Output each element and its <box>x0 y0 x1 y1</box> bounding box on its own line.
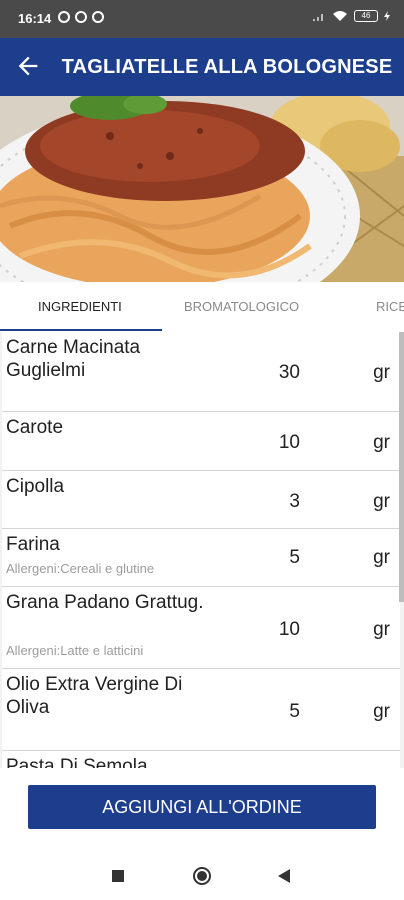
list-item[interactable]: Pasta Di Semola <box>2 751 400 768</box>
ingredient-unit: gr <box>373 432 390 453</box>
alarm-icon <box>58 11 70 23</box>
ingredient-name: Pasta Di Semola <box>6 756 148 768</box>
ingredient-name: Grana Padano Grattug. <box>6 592 204 613</box>
ingredient-unit: gr <box>373 362 390 383</box>
status-system-icons: 46 <box>312 10 390 22</box>
ingredient-allergen: Allergeni:Latte e latticini <box>6 643 144 658</box>
tab-ingredienti[interactable]: INGREDIENTI <box>38 282 122 332</box>
ingredient-name: Olio Extra Vergine Di Oliva <box>6 674 183 718</box>
status-bar: 16:14 46 <box>0 0 404 38</box>
tab-ricetta[interactable]: RICE <box>376 282 404 332</box>
list-item[interactable]: Farina Allergeni:Cereali e glutine 5 gr <box>2 529 400 587</box>
list-item[interactable]: Olio Extra Vergine Di Oliva 5 gr <box>2 669 400 751</box>
ingredient-qty: 10 <box>278 432 300 453</box>
status-time: 16:14 <box>18 11 52 26</box>
tab-indicator <box>0 329 162 331</box>
back-arrow-icon[interactable] <box>14 52 42 80</box>
ingredient-list[interactable]: Carne Macinata Guglielmi 30 gr Carote 10… <box>0 332 404 768</box>
charging-icon <box>384 11 390 21</box>
list-scrollbar[interactable] <box>399 332 404 602</box>
ingredient-unit: gr <box>373 701 390 722</box>
list-item[interactable]: Carote 10 gr <box>2 412 400 471</box>
battery-icon: 46 <box>354 10 378 22</box>
home-circle-icon[interactable] <box>192 866 212 886</box>
bottom-action-area: AGGIUNGI ALL'ORDINE <box>0 768 404 852</box>
ingredient-name: Carote <box>6 417 64 438</box>
ingredient-qty: 5 <box>289 701 300 722</box>
ingredient-unit: gr <box>373 491 390 512</box>
notification-icon <box>75 11 87 23</box>
ingredient-unit: gr <box>373 619 390 640</box>
ingredient-name: Cipolla <box>6 476 65 497</box>
list-item[interactable]: Carne Macinata Guglielmi 30 gr <box>2 332 400 412</box>
list-item[interactable]: Cipolla 3 gr <box>2 471 400 529</box>
status-notification-icons <box>58 11 104 23</box>
ingredient-qty: 30 <box>278 362 300 383</box>
app-bar: TAGLIATELLE ALLA BOLOGNESE <box>0 38 404 96</box>
add-to-order-button[interactable]: AGGIUNGI ALL'ORDINE <box>28 785 376 829</box>
recents-square-icon[interactable] <box>112 870 124 882</box>
back-triangle-icon[interactable] <box>278 869 292 883</box>
notification-icon <box>92 11 104 23</box>
ingredient-name: Carne Macinata Guglielmi <box>6 337 141 381</box>
page-title: TAGLIATELLE ALLA BOLOGNESE <box>61 56 393 78</box>
tab-bromatologico[interactable]: BROMATOLOGICO <box>184 282 299 332</box>
system-nav-bar <box>0 852 404 900</box>
ingredient-qty: 10 <box>278 619 300 640</box>
signal-icon <box>313 14 323 21</box>
ingredient-qty: 3 <box>289 491 300 512</box>
dish-image <box>0 96 404 282</box>
ingredient-name: Farina <box>6 534 60 555</box>
ingredient-unit: gr <box>373 547 390 568</box>
ingredient-qty: 5 <box>289 547 300 568</box>
tab-bar: INGREDIENTI BROMATOLOGICO RICE <box>0 282 404 333</box>
wifi-icon <box>333 11 347 21</box>
ingredient-allergen: Allergeni:Cereali e glutine <box>6 561 155 576</box>
list-item[interactable]: Grana Padano Grattug. Allergeni:Latte e … <box>2 587 400 669</box>
